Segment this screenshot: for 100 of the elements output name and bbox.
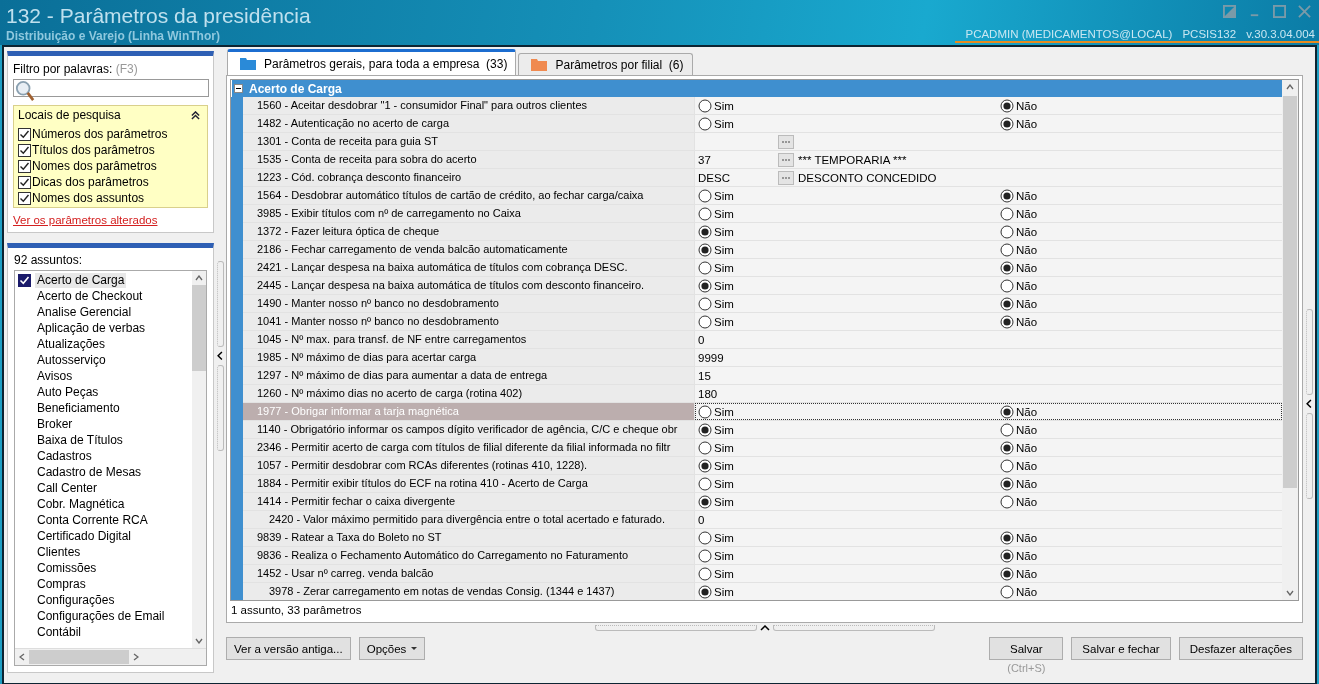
scrollbar[interactable]	[1282, 80, 1298, 600]
checkbox[interactable]	[18, 273, 31, 287]
scroll-thumb[interactable]	[29, 650, 129, 664]
parameter-label[interactable]: 1985 - Nº máximo de dias para acertar carga	[243, 349, 695, 366]
subject-item[interactable]: Broker	[35, 416, 75, 432]
scroll-thumb[interactable]	[1283, 96, 1297, 488]
button[interactable]: Ver a versão antiga...	[226, 637, 351, 660]
parameter-label[interactable]: 1041 - Manter nosso nº banco no desdobramento	[243, 313, 695, 330]
subject-item[interactable]: Acerto de Carga	[35, 272, 127, 288]
parameter-label[interactable]: 1260 - Nº máximo dias no acerto de carga (rotina 402)	[243, 385, 695, 402]
splitter-handle[interactable]	[772, 625, 935, 631]
radio-button[interactable]	[1000, 242, 1014, 257]
subject-item[interactable]: Conta Corrente RCA	[35, 512, 150, 528]
radio-button[interactable]	[698, 260, 712, 275]
parameter-value[interactable]: 180	[696, 387, 718, 400]
parameter-label[interactable]: 9836 - Realiza o Fechamento Automático do Carregamento no Faturamento	[243, 547, 695, 564]
radio-button[interactable]	[1000, 440, 1014, 455]
scroll-up-icon[interactable]	[1286, 84, 1294, 90]
radio-button[interactable]	[698, 98, 712, 113]
radio-button[interactable]	[1000, 224, 1014, 239]
ellipsis-button[interactable]	[778, 134, 794, 149]
subject-item[interactable]: Beneficiamento	[35, 400, 122, 416]
radio-button[interactable]	[698, 476, 712, 491]
radio-button[interactable]	[698, 314, 712, 329]
subject-item[interactable]: Aplicação de verbas	[35, 320, 148, 336]
scroll-up-icon[interactable]	[195, 275, 203, 281]
parameter-label[interactable]: 1372 - Fazer leitura óptica de cheque	[243, 223, 695, 240]
subject-item[interactable]: Clientes	[35, 544, 83, 560]
radio-button[interactable]	[698, 206, 712, 221]
radio-button[interactable]	[1000, 530, 1014, 545]
parameter-value[interactable]: DESC	[696, 171, 778, 184]
radio-button[interactable]	[1000, 98, 1014, 113]
subject-item[interactable]: Avisos	[35, 368, 75, 384]
subject-item[interactable]: Baixa de Títulos	[35, 432, 125, 448]
horizontal-scrollbar[interactable]	[15, 648, 206, 665]
ellipsis-button[interactable]	[778, 170, 794, 185]
parameter-label[interactable]: 1560 - Aceitar desdobrar "1 - consumidor Final" para outros clientes	[243, 97, 695, 114]
scroll-thumb[interactable]	[192, 285, 206, 371]
radio-button[interactable]	[698, 422, 712, 437]
subject-item[interactable]: Call Center	[35, 480, 100, 496]
radio-button[interactable]	[698, 116, 712, 131]
radio-button[interactable]	[698, 458, 712, 473]
parameter-label[interactable]: 1482 - Autenticação no acerto de carga	[243, 115, 695, 132]
parameter-label[interactable]: 1045 - Nº max. para transf. de NF entre carregamentos	[243, 331, 695, 348]
checkbox[interactable]	[18, 191, 31, 205]
radio-button[interactable]	[698, 296, 712, 311]
radio-button[interactable]	[698, 440, 712, 455]
subject-item[interactable]: Cadastros	[35, 448, 94, 464]
radio-button[interactable]	[1000, 278, 1014, 293]
radio-button[interactable]	[1000, 296, 1014, 311]
radio-button[interactable]	[1000, 458, 1014, 473]
subject-item[interactable]: Analise Gerencial	[35, 304, 134, 320]
subject-item[interactable]: Cadastro de Mesas	[35, 464, 144, 480]
button[interactable]: Salvar e fechar	[1071, 637, 1171, 660]
scroll-left-icon[interactable]	[19, 653, 25, 661]
subject-item[interactable]: Configurações de Email	[35, 608, 167, 624]
radio-button[interactable]	[698, 548, 712, 563]
radio-button[interactable]	[698, 404, 712, 419]
button[interactable]: Salvar	[989, 637, 1064, 660]
subject-item[interactable]: Contábil	[35, 624, 84, 640]
parameter-value[interactable]: 37	[696, 153, 778, 166]
radio-button[interactable]	[698, 530, 712, 545]
splitter-handle[interactable]	[594, 625, 757, 631]
radio-button[interactable]	[1000, 314, 1014, 329]
parameter-label[interactable]: 1140 - Obrigatório informar os campos dígito verificador de agência, C/C e cheque obr	[243, 421, 695, 438]
parameter-value[interactable]: 9999	[696, 351, 724, 364]
scrollbar[interactable]	[192, 271, 206, 648]
radio-button[interactable]	[1000, 476, 1014, 491]
collapse-icon[interactable]	[191, 110, 200, 120]
radio-button[interactable]	[1000, 548, 1014, 563]
checkbox[interactable]	[18, 159, 31, 173]
parameter-label[interactable]: 1564 - Desdobrar automático títulos de cartão de crédito, ao fechar carga/caixa	[243, 187, 695, 204]
checkbox[interactable]	[18, 127, 31, 141]
radio-button[interactable]	[1000, 116, 1014, 131]
parameter-label[interactable]: 2445 - Lançar despesa na baixa automática de títulos com desconto financeiro.	[243, 277, 695, 294]
subject-item[interactable]: Certificado Digital	[35, 528, 134, 544]
parameter-label[interactable]: 1414 - Permitir fechar o caixa divergente	[243, 493, 695, 510]
radio-button[interactable]	[1000, 566, 1014, 581]
tab[interactable]: Parâmetros gerais, para toda a empresa (33)	[227, 49, 517, 75]
collapse-icon[interactable]	[234, 84, 243, 93]
collapse-right-icon[interactable]	[1306, 399, 1312, 409]
parameter-label[interactable]: 1490 - Manter nosso nº banco no desdobramento	[243, 295, 695, 312]
radio-button[interactable]	[1000, 260, 1014, 275]
button[interactable]: Desfazer alterações	[1178, 637, 1303, 660]
radio-button[interactable]	[1000, 422, 1014, 437]
parameter-value[interactable]: 0	[696, 513, 705, 526]
parameter-value[interactable]: 15	[696, 369, 711, 382]
parameter-label[interactable]: 1884 - Permitir exibir títulos do ECF na rotina 410 - Acerto de Carga	[243, 475, 695, 492]
checkbox[interactable]	[18, 175, 31, 189]
parameter-label[interactable]: 9839 - Ratear a Taxa do Boleto no ST	[243, 529, 695, 546]
radio-button[interactable]	[698, 566, 712, 581]
collapse-up-icon[interactable]	[759, 625, 770, 631]
parameter-label[interactable]: 1535 - Conta de receita para sobra do acerto	[243, 151, 695, 168]
radio-button[interactable]	[698, 188, 712, 203]
parameter-label[interactable]: 1223 - Cód. cobrança desconto financeiro	[243, 169, 695, 186]
radio-button[interactable]	[1000, 584, 1014, 599]
parameter-label[interactable]: 1057 - Permitir desdobrar com RCAs diferentes (rotinas 410, 1228).	[243, 457, 695, 474]
search-field[interactable]	[13, 79, 209, 97]
subject-item[interactable]: Autosserviço	[35, 352, 108, 368]
parameter-value[interactable]: 0	[696, 333, 705, 346]
